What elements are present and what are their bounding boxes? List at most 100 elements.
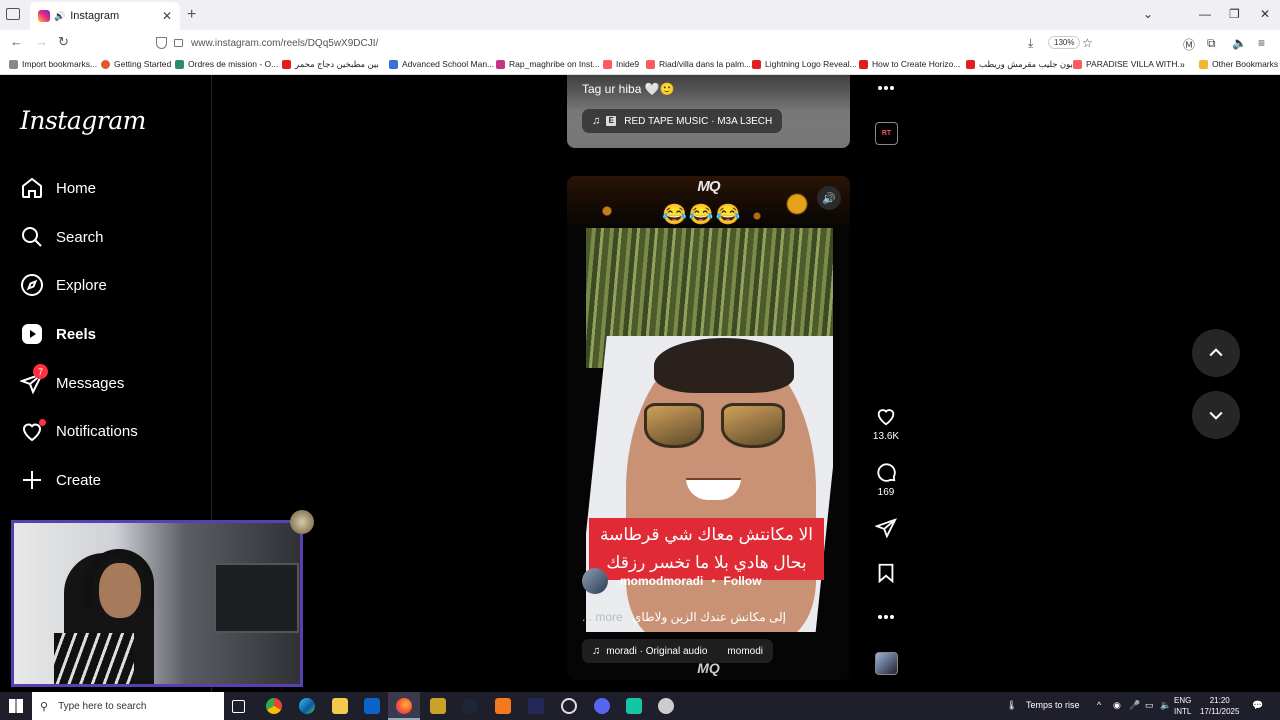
notification-center-icon[interactable]: 💬 [1252, 700, 1263, 711]
reel-description[interactable]: ... more إلى مكانش عندك الزين ولاطاي [582, 610, 786, 624]
sidebar-item-search[interactable]: Search [20, 222, 104, 252]
sidebar-item-explore[interactable]: Explore [20, 270, 107, 300]
audio-label: moradi · Original audio [606, 645, 708, 657]
tab-list-icon[interactable] [6, 8, 20, 20]
instagram-logo[interactable]: Instagram [20, 106, 146, 135]
taskbar-search[interactable]: ⚲ Type here to search [32, 692, 224, 720]
bookmark-item[interactable]: بون جليب مقرمش وريطب [966, 59, 1073, 70]
app-circle-icon[interactable] [658, 698, 674, 714]
volume-icon[interactable]: 🔊 [817, 186, 841, 210]
sidebar-item-create[interactable]: Create [20, 465, 101, 495]
lock-icon[interactable] [174, 39, 183, 47]
speaker-icon[interactable]: 🔊 [54, 11, 65, 22]
bookmark-item[interactable]: Advanced School Man... [389, 59, 494, 69]
sidebar-item-notifications[interactable]: Notifications [20, 416, 138, 446]
reel-current[interactable]: MQ 😂😂😂 🔊 الا مكانتش معاك شي قرطاسة بحال … [567, 176, 850, 680]
language-indicator[interactable]: ENG INTL [1174, 695, 1191, 717]
bookmark-item[interactable]: Inide9 [603, 59, 639, 69]
bookmark-item[interactable]: PARADISE VILLA WITH... [1073, 59, 1185, 69]
reel-previous-audio[interactable]: ♫ E RED TAPE MUSIC · M3A L3ECH [582, 109, 783, 133]
reel-more-options-icon[interactable] [876, 609, 896, 625]
window-close-icon[interactable]: ✕ [1260, 7, 1270, 21]
file-explorer-icon[interactable] [332, 698, 348, 714]
previous-audio-thumb[interactable]: RT [875, 122, 898, 145]
app-icon[interactable] [626, 698, 642, 714]
outlook-icon[interactable] [364, 698, 380, 714]
new-tab-icon[interactable]: + [187, 6, 196, 24]
overlay-line-1: الا مكانتش معاك شي قرطاسة [599, 525, 813, 544]
premiere-icon[interactable] [528, 698, 544, 714]
comment-button[interactable]: 169 [866, 461, 906, 498]
audio-thumbnail[interactable] [875, 652, 898, 675]
bookmark-item[interactable]: بين مطبخين دجاج محمر [282, 59, 379, 70]
tab-overflow-icon[interactable]: ⌄ [1143, 7, 1153, 21]
reel-previous[interactable]: Tag ur hiba 🤍🙂 ♫ E RED TAPE MUSIC · M3A … [567, 75, 850, 148]
sunglasses-left [644, 403, 704, 448]
shield-icon[interactable] [156, 37, 167, 49]
video-hair [654, 338, 794, 393]
share-button[interactable] [875, 517, 897, 539]
compass-icon [21, 274, 43, 296]
author-username[interactable]: momodmoradi [620, 574, 703, 588]
bookmark-item[interactable]: Import bookmarks... [9, 59, 97, 69]
microphone-icon[interactable]: 🎤 [1129, 700, 1140, 711]
chrome-icon[interactable] [266, 698, 282, 714]
account-icon[interactable]: Ⓜ [1183, 36, 1195, 53]
save-button[interactable] [875, 562, 897, 584]
webcam-overlay [11, 520, 303, 687]
task-view-icon[interactable] [232, 700, 245, 713]
sidebar-item-messages[interactable]: 7 Messages [20, 364, 124, 398]
zoom-badge[interactable]: 130% [1048, 36, 1081, 49]
bookmark-item[interactable]: Getting Started [101, 59, 171, 69]
follow-button[interactable]: Follow [724, 574, 762, 588]
more-link[interactable]: ... more [582, 610, 623, 624]
thermometer-icon[interactable]: 🌡 [1006, 700, 1017, 711]
windows-start-icon[interactable] [9, 699, 23, 713]
bookmarks-overflow-icon[interactable]: » [1180, 59, 1185, 69]
bookmark-item[interactable]: Rap_maghribe on Inst... [496, 59, 600, 69]
avatar[interactable] [582, 568, 608, 594]
tray-app-icon[interactable]: ◉ [1113, 700, 1121, 711]
more-options-icon[interactable] [876, 80, 896, 96]
like-button[interactable]: 13.6K [866, 405, 906, 442]
other-bookmarks[interactable]: Other Bookmarks [1199, 59, 1278, 69]
menu-icon[interactable]: ≡ [1258, 36, 1265, 50]
forward-icon[interactable]: → [35, 34, 48, 49]
previous-reel-button[interactable] [1192, 329, 1240, 377]
bookmark-item[interactable]: Ordres de mission - O... [175, 59, 278, 69]
sunglasses-right [721, 403, 785, 448]
star-icon[interactable]: ☆ [1082, 36, 1093, 50]
extensions-icon[interactable]: ⧉ [1207, 36, 1216, 51]
tray-chevron-up-icon[interactable]: ^ [1097, 700, 1101, 710]
save-page-icon[interactable]: ⤓ [1028, 36, 1033, 51]
maximize-icon[interactable]: ❐ [1229, 7, 1240, 21]
sidebar-item-label: Search [56, 228, 104, 246]
clock[interactable]: 21:20 17/11/2025 [1200, 695, 1239, 717]
audio-icon[interactable]: 🔈 [1232, 36, 1247, 50]
url-text: www.instagram.com/reels/DQq5wX9DCJI/ [191, 37, 379, 49]
weather-text[interactable]: Temps to rise [1026, 700, 1080, 710]
volume-icon[interactable]: 🔈 [1160, 700, 1171, 711]
app-a-icon[interactable] [495, 698, 511, 714]
notification-dot [39, 419, 46, 426]
firefox-icon[interactable] [396, 698, 412, 714]
network-icon[interactable]: ▭ [1145, 700, 1154, 711]
bookmark-item[interactable]: Riad/villa dans la palm... [646, 59, 751, 69]
back-icon[interactable]: ← [10, 34, 23, 49]
minimize-icon[interactable]: — [1199, 7, 1211, 21]
bookmark-item[interactable]: How to Create Horizo... [859, 59, 960, 69]
bookmark-item[interactable]: Lightning Logo Reveal... [752, 59, 857, 69]
sidebar-item-home[interactable]: Home [20, 173, 96, 203]
reload-icon[interactable]: ↻ [58, 34, 69, 50]
separator-dot: • [711, 574, 716, 588]
address-bar[interactable]: www.instagram.com/reels/DQq5wX9DCJI/ [156, 33, 1036, 53]
notes-icon[interactable] [430, 698, 446, 714]
next-reel-button[interactable] [1192, 391, 1240, 439]
tab-instagram[interactable]: 🔊 Instagram ✕ [30, 2, 180, 30]
edge-icon[interactable] [299, 698, 315, 714]
discord-icon[interactable] [594, 698, 610, 714]
close-icon[interactable]: ✕ [162, 9, 172, 23]
sidebar-item-reels[interactable]: Reels [20, 319, 96, 349]
steam-icon[interactable] [462, 698, 478, 714]
obs-icon[interactable] [561, 698, 577, 714]
